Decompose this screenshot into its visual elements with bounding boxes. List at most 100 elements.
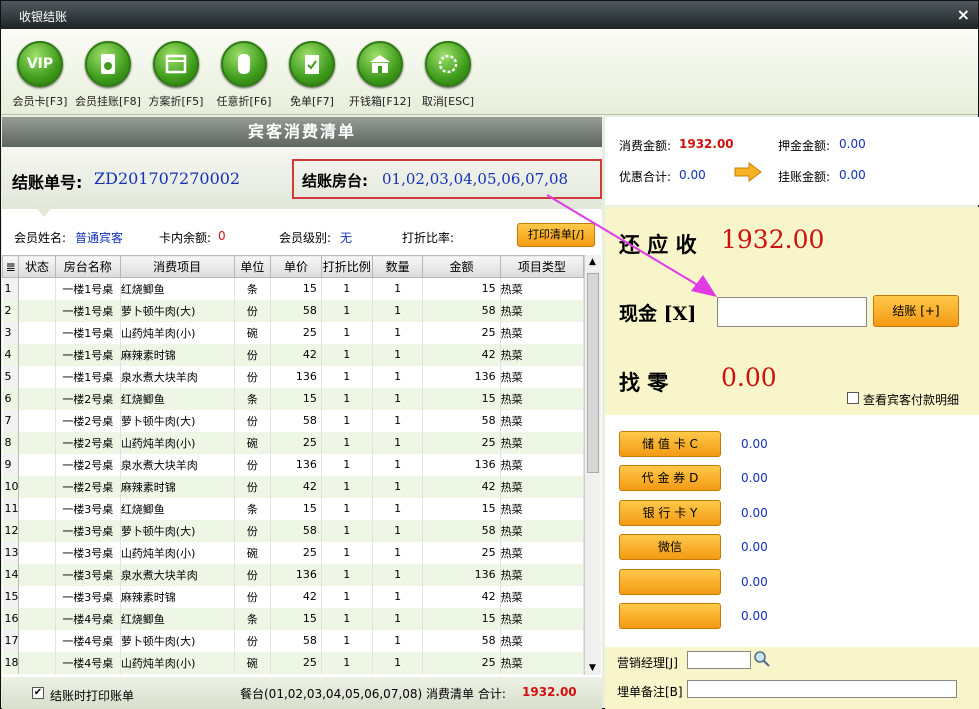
type-cell: 热菜 — [500, 343, 584, 366]
table-scrollbar[interactable]: ▲ ▼ — [584, 255, 601, 675]
table-row[interactable]: 10 一楼2号桌 麻辣素时锦份 42 1 1 42 热菜 — [2, 475, 584, 498]
title-bar: 收银结账 × — [1, 1, 978, 29]
table-row[interactable]: 2 一楼1号桌 萝卜顿牛肉(大) 份 58 1 1 58 热菜 — [2, 299, 584, 322]
unit-cell: 份 — [234, 343, 272, 366]
print-on-settle-label: 结账时打印账单 — [50, 689, 135, 703]
column-header[interactable]: 房台名称 — [54, 255, 121, 278]
type-cell: 热菜 — [500, 541, 584, 564]
cancel-label: 取消[ESC] — [421, 95, 475, 108]
table-row[interactable]: 8 一楼2号桌 山药炖羊肉(小) 碗 25 1 1 25 热菜 — [2, 431, 584, 454]
any-discount-button[interactable]: 任意折[F6] — [208, 41, 280, 109]
cash-input[interactable] — [717, 297, 867, 327]
vip-card-label: 会员卡[F3] — [12, 95, 68, 108]
status-cell — [18, 607, 56, 630]
table-row[interactable]: 17 一楼4号桌 萝卜顿牛肉(大) 份 58 1 1 58 热菜 — [2, 629, 584, 652]
cash-drawer-button[interactable]: 开钱箱[F12] — [344, 41, 416, 109]
plan-discount-button[interactable]: 方案折[F5] — [140, 41, 212, 109]
qty-cell: 1 — [372, 629, 424, 652]
item-cell: 麻辣素时锦 — [120, 343, 235, 366]
table-row[interactable]: 4 一楼1号桌 麻辣素时锦份 42 1 1 42 热菜 — [2, 343, 584, 366]
table-row[interactable]: 3 一楼1号桌 山药炖羊肉(小) 碗 25 1 1 25 热菜 — [2, 321, 584, 344]
wechat-button[interactable]: 微信 — [619, 534, 721, 560]
scroll-down-icon[interactable]: ▼ — [589, 663, 596, 673]
room-cell: 一楼3号桌 — [55, 497, 121, 520]
stored-card-button[interactable]: 储 值 卡 C — [619, 431, 721, 457]
column-header[interactable]: 单位 — [233, 255, 272, 278]
cancel-button[interactable]: 取消[ESC] — [412, 41, 484, 109]
consumption-table[interactable]: ≣ 状态 房台名称 消费项目 单位 单价 打折比例 数量 金额 项目类型 1 一楼… — [2, 255, 584, 675]
discount-total: 0.00 — [679, 168, 706, 182]
status-cell — [18, 277, 56, 300]
column-header[interactable]: 项目类型 — [499, 255, 584, 278]
qty-cell: 1 — [372, 475, 424, 498]
room-cell: 一楼2号桌 — [55, 387, 121, 410]
table-row[interactable]: 9 一楼2号桌 泉水煮大块羊肉份 136 1 1 136 热菜 — [2, 453, 584, 476]
member-name-label: 会员姓名: — [14, 231, 67, 245]
table-row[interactable]: 18 一楼4号桌 山药炖羊肉(小) 碗 25 1 1 25 热菜 — [2, 651, 584, 674]
close-icon[interactable]: × — [957, 5, 970, 24]
column-header[interactable]: 消费项目 — [119, 255, 235, 278]
table-row[interactable]: 1 一楼1号桌 红烧鲫鱼条 15 1 1 15 热菜 — [2, 277, 584, 300]
table-row[interactable]: 13 一楼3号桌 山药炖羊肉(小) 碗 25 1 1 25 热菜 — [2, 541, 584, 564]
status-cell — [18, 519, 56, 542]
payment-detail-checkbox[interactable] — [847, 392, 859, 404]
qty-cell: 1 — [372, 387, 424, 410]
print-on-settle-checkbox[interactable]: ✔ — [32, 687, 44, 699]
bill-remark-input[interactable] — [687, 680, 957, 698]
row-selector-header[interactable]: ≣ — [2, 255, 20, 278]
row-index: 14 — [2, 563, 20, 586]
row-index: 8 — [2, 431, 20, 454]
unit-cell: 份 — [234, 453, 272, 476]
payment-slot-6-button[interactable] — [619, 603, 721, 629]
scroll-up-icon[interactable]: ▲ — [589, 257, 596, 267]
price-cell: 58 — [270, 629, 322, 652]
free-order-label: 免单[F7] — [290, 95, 334, 108]
table-row[interactable]: 16 一楼4号桌 红烧鲫鱼条 15 1 1 15 热菜 — [2, 607, 584, 630]
card-balance: 0 — [218, 229, 226, 243]
item-cell: 麻辣素时锦 — [120, 475, 235, 498]
column-header[interactable]: 金额 — [422, 255, 501, 278]
price-cell: 136 — [270, 453, 322, 476]
free-order-button[interactable]: 免单[F7] — [276, 41, 348, 109]
table-header-row: ≣ 状态 房台名称 消费项目 单位 单价 打折比例 数量 金额 项目类型 — [2, 255, 584, 278]
item-cell: 萝卜顿牛肉(大) — [120, 409, 235, 432]
unit-cell: 碗 — [234, 431, 272, 454]
type-cell: 热菜 — [500, 365, 584, 388]
room-cell: 一楼2号桌 — [55, 475, 121, 498]
unit-cell: 碗 — [234, 321, 272, 344]
vip-card-button[interactable]: VIP 会员卡[F3] — [4, 41, 76, 109]
discount-cell: 1 — [321, 299, 373, 322]
table-row[interactable]: 7 一楼2号桌 萝卜顿牛肉(大) 份 58 1 1 58 热菜 — [2, 409, 584, 432]
scroll-thumb[interactable] — [587, 273, 599, 473]
table-row[interactable]: 11 一楼3号桌 红烧鲫鱼条 15 1 1 15 热菜 — [2, 497, 584, 520]
item-cell: 麻辣素时锦 — [120, 585, 235, 608]
price-cell: 42 — [270, 585, 322, 608]
type-cell: 热菜 — [500, 651, 584, 674]
payment-slot-5-button[interactable] — [619, 569, 721, 595]
table-row[interactable]: 6 一楼2号桌 红烧鲫鱼条 15 1 1 15 热菜 — [2, 387, 584, 410]
qty-cell: 1 — [372, 519, 424, 542]
column-header[interactable]: 打折比例 — [320, 255, 373, 278]
room-cell: 一楼4号桌 — [55, 629, 121, 652]
discount-cell: 1 — [321, 431, 373, 454]
marketing-manager-input[interactable] — [687, 651, 751, 669]
table-row[interactable]: 14 一楼3号桌 泉水煮大块羊肉份 136 1 1 136 热菜 — [2, 563, 584, 586]
amount-cell: 25 — [422, 431, 501, 454]
member-level-label: 会员级别: — [279, 231, 332, 245]
amount-cell: 15 — [422, 497, 501, 520]
table-row[interactable]: 12 一楼3号桌 萝卜顿牛肉(大) 份 58 1 1 58 热菜 — [2, 519, 584, 542]
table-row[interactable]: 5 一楼1号桌 泉水煮大块羊肉份 136 1 1 136 热菜 — [2, 365, 584, 388]
voucher-button[interactable]: 代 金 券 D — [619, 465, 721, 491]
settle-button[interactable]: 结账 [+] — [873, 295, 959, 327]
price-cell: 136 — [270, 563, 322, 586]
column-header[interactable]: 单价 — [270, 255, 322, 278]
print-list-button[interactable]: 打印清单[/] — [517, 223, 595, 247]
member-credit-button[interactable]: 会员挂账[F8] — [72, 41, 144, 109]
table-row[interactable]: 15 一楼3号桌 麻辣素时锦份 42 1 1 42 热菜 — [2, 585, 584, 608]
bank-card-button[interactable]: 银 行 卡 Y — [619, 500, 721, 526]
type-cell: 热菜 — [500, 277, 584, 300]
bill-info: 结账单号: ZD201707270002 结账房台: 01,02,03,04,0… — [2, 147, 602, 209]
column-header[interactable]: 数量 — [371, 255, 424, 278]
search-icon[interactable] — [753, 650, 771, 671]
column-header[interactable]: 状态 — [18, 255, 56, 278]
